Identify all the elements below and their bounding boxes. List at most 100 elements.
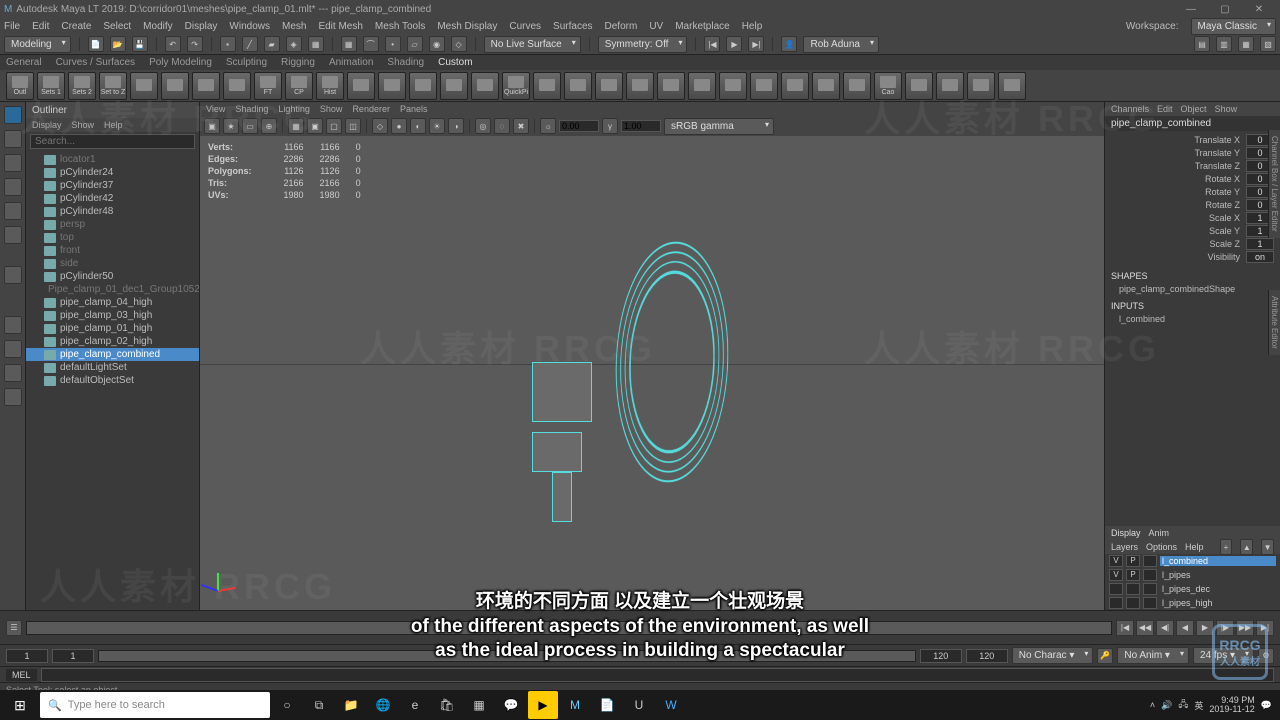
layer-playback-toggle[interactable] (1126, 583, 1140, 595)
shelf-button-21[interactable] (657, 72, 685, 100)
shelf-button-4[interactable] (130, 72, 158, 100)
taskbar-app-edge[interactable]: e (400, 691, 430, 719)
outliner-item[interactable]: pCylinder50 (26, 270, 199, 283)
menu-mesh[interactable]: Mesh (282, 21, 306, 32)
task-view-icon[interactable]: ⧉ (304, 691, 334, 719)
cb-input-name[interactable]: l_combined (1105, 313, 1280, 325)
layer-new-icon[interactable]: + (1220, 539, 1233, 555)
maximize-button[interactable]: ▢ (1208, 4, 1242, 15)
layer-down-icon[interactable]: ▼ (1261, 539, 1274, 555)
layer-color-swatch[interactable] (1143, 569, 1157, 581)
layer-color-swatch[interactable] (1143, 597, 1157, 609)
range-track[interactable] (98, 650, 916, 662)
autokey-icon[interactable]: 🔑 (1097, 648, 1113, 664)
vp-gate-mask-icon[interactable]: ◫ (345, 118, 361, 134)
symmetry-dropdown[interactable]: Symmetry: Off (598, 36, 688, 53)
outliner-search-input[interactable] (30, 134, 195, 149)
vp-image-plane-icon[interactable]: ▭ (242, 118, 258, 134)
prefs-icon[interactable]: ⚙ (1258, 648, 1274, 664)
layer-vis-toggle[interactable] (1109, 583, 1123, 595)
outliner-item[interactable]: pipe_clamp_02_high (26, 335, 199, 348)
vp-select-camera-icon[interactable]: ▣ (204, 118, 220, 134)
shelf-button-22[interactable] (688, 72, 716, 100)
go-end-icon[interactable]: ▶| (1256, 620, 1274, 636)
anim-prefs-dropdown[interactable]: No Anim ▾ (1117, 647, 1189, 664)
taskbar-app-maya[interactable]: M (560, 691, 590, 719)
layer-tab-anim[interactable]: Anim (1149, 528, 1170, 538)
layout-four-icon[interactable] (4, 340, 22, 358)
vp-res-gate-icon[interactable]: ▢ (326, 118, 342, 134)
cmdline-label[interactable]: MEL (6, 669, 37, 681)
outliner-item[interactable]: pipe_clamp_03_high (26, 309, 199, 322)
sidebar-toggle-3-icon[interactable]: ▦ (1238, 36, 1254, 52)
layer-playback-toggle[interactable]: P (1126, 569, 1140, 581)
select-uv-icon[interactable]: ▦ (308, 36, 324, 52)
timeline-menu-icon[interactable]: ☰ (6, 620, 22, 636)
vp-textured-icon[interactable]: ◐ (410, 118, 426, 134)
layer-playback-toggle[interactable]: P (1126, 555, 1140, 567)
tray-network-icon[interactable]: 🖧 (1178, 697, 1188, 713)
layer-vis-toggle[interactable]: V (1109, 555, 1123, 567)
layout-two-icon[interactable] (4, 364, 22, 382)
vp-menu-shading[interactable]: Shading (235, 104, 268, 114)
shelf-button-2[interactable]: Sets 2 (68, 72, 96, 100)
tray-up-icon[interactable]: ˄ (1150, 700, 1155, 710)
outliner-item[interactable]: pipe_clamp_01_high (26, 322, 199, 335)
step-back-icon[interactable]: ◀◀ (1136, 620, 1154, 636)
vp-colorspace-dropdown[interactable]: sRGB gamma (664, 118, 774, 135)
cb-attr-value[interactable]: 1 (1246, 238, 1274, 250)
cb-tab-channels[interactable]: Channels (1111, 104, 1149, 114)
menu-create[interactable]: Create (61, 21, 91, 32)
workspace-dropdown[interactable]: Maya Classic (1191, 18, 1276, 35)
shelf-button-13[interactable] (409, 72, 437, 100)
range-end-outer[interactable]: 120 (966, 649, 1008, 663)
outliner-item[interactable]: persp (26, 218, 199, 231)
shelf-button-25[interactable] (781, 72, 809, 100)
taskbar-app-notepad[interactable]: 📄 (592, 691, 622, 719)
range-start-outer[interactable]: 1 (6, 649, 48, 663)
outliner-item[interactable]: pipe_clamp_04_high (26, 296, 199, 309)
menu-curves[interactable]: Curves (509, 21, 541, 32)
open-scene-icon[interactable]: 📂 (110, 36, 126, 52)
outliner-menu-display[interactable]: Display (32, 120, 62, 130)
select-edge-icon[interactable]: ╱ (242, 36, 258, 52)
step-fwd-icon[interactable]: ▶▶ (1236, 620, 1254, 636)
cb-tab-object[interactable]: Object (1181, 104, 1207, 114)
scale-tool-icon[interactable] (4, 226, 22, 244)
menu-uv[interactable]: UV (649, 21, 663, 32)
shelf-button-31[interactable] (967, 72, 995, 100)
playback-play-icon[interactable]: ▶ (726, 36, 742, 52)
vp-menu-show[interactable]: Show (320, 104, 343, 114)
system-tray[interactable]: ˄ 🔊 🖧 英 9:49 PM 2019-11-12 💬 (1150, 696, 1278, 714)
layer-playback-toggle[interactable] (1126, 597, 1140, 609)
outliner-item[interactable]: defaultLightSet (26, 361, 199, 374)
taskbar-app-chrome[interactable]: 🌐 (368, 691, 398, 719)
taskbar-app-zip[interactable]: ▦ (464, 691, 494, 719)
layer-row[interactable]: VPl_pipes (1105, 568, 1280, 582)
move-tool-icon[interactable] (4, 178, 22, 196)
shelf-button-5[interactable] (161, 72, 189, 100)
shelf-button-12[interactable] (378, 72, 406, 100)
side-tab-channelbox[interactable]: Channel Box / Layer Editor (1268, 130, 1280, 238)
shelf-button-14[interactable] (440, 72, 468, 100)
vp-film-gate-icon[interactable]: ▣ (307, 118, 323, 134)
menu-marketplace[interactable]: Marketplace (675, 21, 729, 32)
shelf-tab-general[interactable]: General (6, 57, 42, 68)
shelf-button-23[interactable] (719, 72, 747, 100)
cortana-icon[interactable]: ○ (272, 691, 302, 719)
shelf-button-7[interactable] (223, 72, 251, 100)
outliner-item[interactable]: front (26, 244, 199, 257)
fps-dropdown[interactable]: 24 fps ▾ (1193, 647, 1254, 664)
select-object-icon[interactable]: ◈ (286, 36, 302, 52)
vp-shaded-icon[interactable]: ● (391, 118, 407, 134)
vp-exposure-icon[interactable]: ☼ (540, 118, 556, 134)
shelf-tab-custom[interactable]: Custom (438, 57, 472, 68)
outliner-item[interactable]: pipe_clamp_combined (26, 348, 199, 361)
outliner-item[interactable]: top (26, 231, 199, 244)
layer-row[interactable]: l_pipes_dec (1105, 582, 1280, 596)
shelf-button-15[interactable] (471, 72, 499, 100)
cb-object-name[interactable]: pipe_clamp_combined (1105, 116, 1280, 131)
layer-menu-options[interactable]: Options (1146, 542, 1177, 552)
taskbar-app-ue4[interactable]: U (624, 691, 654, 719)
user-icon[interactable]: 👤 (781, 36, 797, 52)
